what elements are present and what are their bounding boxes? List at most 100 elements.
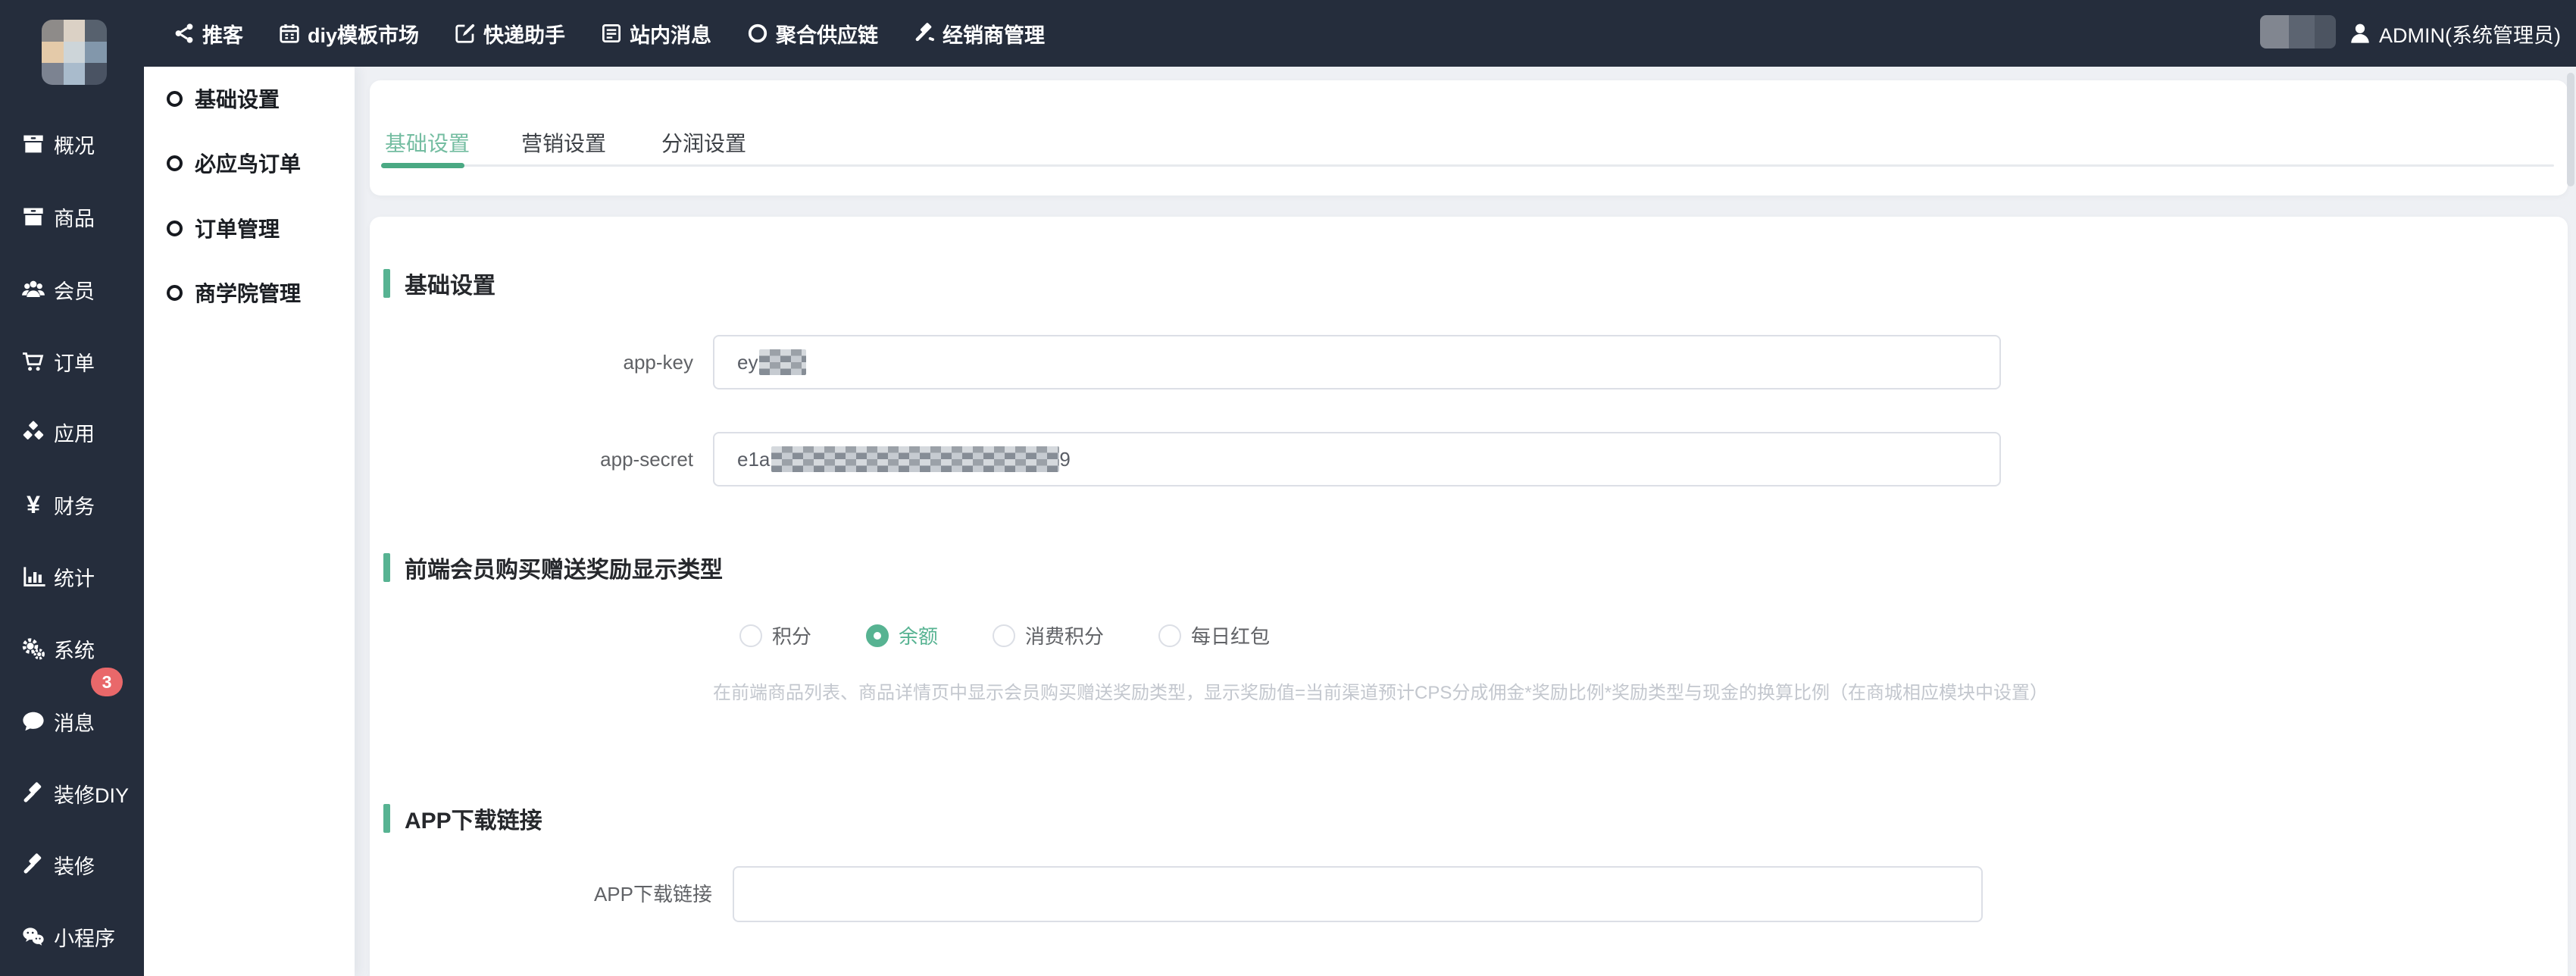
section-accent-bar <box>383 553 390 582</box>
scrollbar-thumb[interactable] <box>2567 73 2574 186</box>
section-title: APP下载链接 <box>405 802 542 835</box>
reward-type-radio-group: 积分 余额 消费积分 每日红包 <box>739 621 1270 649</box>
sidebar-item-decorate-diy[interactable]: 装修DIY <box>0 771 144 816</box>
sidebar-item-members[interactable]: 会员 <box>0 267 144 312</box>
share-icon <box>173 22 195 45</box>
app-download-link-input[interactable] <box>733 866 1983 922</box>
sidebar-item-label: 财务 <box>54 490 95 520</box>
edit-icon <box>454 22 477 45</box>
main-sidebar: 概况 商品 会员 订单 应用 ¥ 财务 统计 系统 消息 3 装修DIY 装修 <box>0 67 144 976</box>
sidebar-item-label: 应用 <box>54 418 95 447</box>
sidebar-item-label: 装修DIY <box>54 779 129 809</box>
bar-chart-icon <box>20 564 46 590</box>
sidebar-item-system[interactable]: 系统 <box>0 626 144 671</box>
nav-item-label: 聚合供应链 <box>776 19 878 48</box>
nav-item-label: 经销商管理 <box>943 19 1045 48</box>
sidebar-item-miniprogram[interactable]: 小程序 <box>0 914 144 959</box>
app-key-input[interactable]: ey <box>713 335 2001 389</box>
app-key-label: app-key <box>370 335 693 389</box>
radio-daily-red-packet[interactable]: 每日红包 <box>1158 621 1270 649</box>
settings-card: 基础设置 app-key ey app-secret e1a9 前端会员购买赠送… <box>370 217 2568 976</box>
nav-item-site-messages[interactable]: 站内消息 <box>600 19 711 48</box>
radio-circle-icon <box>866 624 889 647</box>
app-secret-value-suffix: 9 <box>1059 448 1070 471</box>
circle-icon <box>167 155 183 171</box>
overview-box-icon <box>20 131 46 157</box>
user-icon <box>2348 21 2372 45</box>
form-row-app-secret: app-secret e1a9 <box>370 432 2001 486</box>
section-header-reward-type: 前端会员购买赠送奖励显示类型 <box>383 551 723 584</box>
radio-label: 消费积分 <box>1025 621 1104 649</box>
app-logo[interactable] <box>42 20 107 85</box>
nav-item-express-helper[interactable]: 快递助手 <box>454 19 565 48</box>
goods-box-icon <box>20 204 46 230</box>
nav-item-diy-template-market[interactable]: diy模板市场 <box>278 19 419 48</box>
calendar-icon <box>278 22 301 45</box>
sidebar-item-apps[interactable]: 应用 <box>0 409 144 455</box>
sidebar-item-orders[interactable]: 订单 <box>0 339 144 384</box>
nav-item-dealer-management[interactable]: 经销商管理 <box>913 19 1045 48</box>
submenu-item-basic-settings[interactable]: 基础设置 <box>144 77 355 120</box>
tab-marketing-settings[interactable]: 营销设置 <box>521 127 606 161</box>
circle-icon <box>167 91 183 107</box>
radio-circle-icon <box>739 624 762 647</box>
redacted-topbar-text <box>2260 15 2336 48</box>
gavel-icon <box>20 780 46 806</box>
submenu-item-business-school[interactable]: 商学院管理 <box>144 271 355 314</box>
submenu-item-order-management[interactable]: 订单管理 <box>144 207 355 249</box>
sidebar-item-finance[interactable]: ¥ 财务 <box>0 482 144 527</box>
radio-label: 每日红包 <box>1191 621 1270 649</box>
circle-icon <box>167 221 183 236</box>
radio-consume-points[interactable]: 消费积分 <box>993 621 1104 649</box>
active-tab-underline <box>381 163 464 168</box>
topbar: 推客 diy模板市场 快递助手 站内消息 聚合供应链 经销商管理 ADMIN(系… <box>0 0 2576 67</box>
app-key-value-prefix: ey <box>737 351 758 374</box>
sidebar-item-stats[interactable]: 统计 <box>0 554 144 599</box>
tabs-card: 基础设置 营销设置 分润设置 <box>370 80 2568 196</box>
nav-item-promoter[interactable]: 推客 <box>173 19 243 48</box>
section-accent-bar <box>383 804 390 833</box>
radio-label: 余额 <box>899 621 938 649</box>
members-icon <box>20 277 46 302</box>
submenu-item-bingbird-orders[interactable]: 必应鸟订单 <box>144 142 355 184</box>
submenu-item-label: 订单管理 <box>195 213 280 243</box>
section-header-basic: 基础设置 <box>383 267 496 300</box>
sidebar-item-label: 订单 <box>54 347 95 377</box>
radio-circle-icon <box>993 624 1015 647</box>
tab-profit-settings[interactable]: 分润设置 <box>661 127 746 161</box>
radio-balance[interactable]: 余额 <box>866 621 938 649</box>
sidebar-item-goods[interactable]: 商品 <box>0 194 144 239</box>
user-label: ADMIN(系统管理员) <box>2379 19 2561 48</box>
secondary-sidebar: 基础设置 必应鸟订单 订单管理 商学院管理 <box>144 67 355 976</box>
submenu-item-label: 必应鸟订单 <box>195 148 301 178</box>
sidebar-item-label: 小程序 <box>54 922 115 952</box>
tabs-divider <box>381 164 2554 167</box>
sidebar-item-label: 装修 <box>54 850 95 880</box>
section-title: 基础设置 <box>405 267 496 300</box>
reward-type-help-text: 在前端商品列表、商品详情页中显示会员购买赠送奖励类型，显示奖励值=当前渠道预计C… <box>713 677 2048 704</box>
radio-points[interactable]: 积分 <box>739 621 811 649</box>
sidebar-item-messages[interactable]: 消息 <box>0 699 144 744</box>
tab-basic-settings[interactable]: 基础设置 <box>385 127 470 161</box>
radio-circle-icon <box>1158 624 1181 647</box>
nav-item-supply-chain[interactable]: 聚合供应链 <box>746 19 878 48</box>
nav-item-label: 推客 <box>202 19 243 48</box>
user-menu[interactable]: ADMIN(系统管理员) <box>2348 0 2561 67</box>
wechat-icon <box>20 924 46 949</box>
chat-bubble-icon <box>20 709 46 734</box>
sidebar-item-overview[interactable]: 概况 <box>0 121 144 167</box>
redacted-app-key-value <box>759 349 806 375</box>
app-secret-value-prefix: e1a <box>737 448 770 471</box>
sidebar-item-decorate[interactable]: 装修 <box>0 842 144 887</box>
cubes-icon <box>20 419 46 445</box>
gavel-icon <box>20 852 46 877</box>
sidebar-item-label: 系统 <box>54 634 95 664</box>
sidebar-item-label: 消息 <box>54 707 95 737</box>
nav-item-label: diy模板市场 <box>308 19 419 48</box>
section-accent-bar <box>383 269 390 298</box>
app-secret-input[interactable]: e1a 9 <box>713 432 2001 486</box>
section-header-app-download: APP下载链接 <box>383 802 542 835</box>
form-row-app-key: app-key ey <box>370 335 2001 389</box>
circle-icon <box>167 285 183 301</box>
sidebar-item-label: 概况 <box>54 130 95 159</box>
